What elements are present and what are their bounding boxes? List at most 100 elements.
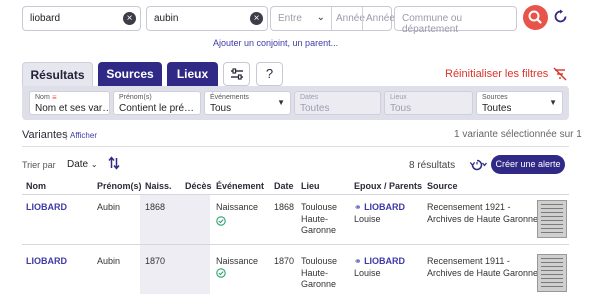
filter-value: Toutes	[300, 103, 330, 114]
epoux-prenom: Louise	[354, 267, 381, 278]
divider	[22, 146, 569, 147]
filter-dates: Dates Toutes	[294, 91, 381, 115]
lieu-line: Toulouse	[301, 256, 338, 266]
lieu-line: Haute-	[301, 213, 329, 224]
lieu-line: Haute-	[301, 267, 329, 278]
source-line: Recensement 1911 -	[427, 256, 510, 266]
entre-placeholder: Entre	[278, 13, 302, 24]
check-circle-icon	[216, 268, 226, 278]
sort-select[interactable]: Date ⌄	[67, 159, 98, 170]
entre-select[interactable]: Entre ⌄	[271, 7, 331, 30]
sliders-icon	[230, 68, 243, 80]
filter-label: Dates	[300, 94, 319, 101]
document-thumbnail[interactable]	[537, 200, 567, 238]
person-name-link[interactable]: LIOBARD	[26, 202, 67, 212]
filter-bar: Nom ≡ Nom et ses var… Prénom(s) Contient…	[22, 86, 569, 120]
chevron-down-icon: ▼	[549, 98, 557, 107]
lieu-placeholder: Commune ou département	[402, 13, 463, 35]
tab-lieux[interactable]: Lieux	[167, 62, 218, 86]
settings-button[interactable]	[223, 62, 250, 86]
column-header: Naiss.	[145, 181, 172, 191]
filter-off-icon[interactable]	[553, 67, 567, 81]
variantes-label: Variantes	[22, 129, 68, 141]
filter-label: Événements	[210, 94, 249, 101]
filter-value: Toutes	[482, 103, 512, 114]
check-circle-icon	[216, 216, 226, 226]
prenom-field-value: aubin	[154, 13, 179, 24]
couple-icon: ⚭	[354, 256, 362, 266]
history-icon[interactable]	[466, 157, 488, 171]
afficher-variantes-link[interactable]: Afficher	[70, 131, 97, 140]
reset-search-icon[interactable]	[553, 9, 568, 24]
variantes-count: 1 variante sélectionnée sur 1	[454, 129, 582, 140]
filter-lieux: Lieux Tous	[384, 91, 473, 115]
lieu-field[interactable]: Commune ou département	[394, 6, 517, 35]
annee-start-input[interactable]: Année	[332, 7, 365, 30]
sort-value: Date	[67, 159, 89, 170]
lieu-cell: Toulouse Haute- Garonne	[301, 202, 337, 237]
evenement-cell: Naissance	[216, 256, 259, 266]
column-header: Décès	[185, 181, 212, 191]
help-button[interactable]: ?	[256, 62, 283, 86]
sort-label: Trier par	[22, 160, 56, 170]
filter-evenements[interactable]: Événements Tous ▼	[204, 91, 291, 115]
date-cell: 1868	[274, 202, 295, 212]
prenom-cell: Aubin	[97, 202, 121, 212]
annee-end-input[interactable]: Année	[363, 7, 395, 30]
filter-value: Nom et ses var…	[35, 103, 109, 114]
couple-icon: ⚭	[354, 202, 362, 212]
nom-field[interactable]: liobard ×	[22, 6, 141, 31]
epoux-cell: ⚭ LIOBARD Louise	[354, 202, 405, 225]
evenement-cell: Naissance	[216, 202, 259, 212]
source-line: Recensement 1921 -	[427, 202, 511, 212]
epoux-name-link[interactable]: LIOBARD	[364, 202, 405, 212]
chevron-down-icon: ▼	[277, 98, 285, 107]
clear-nom-icon[interactable]: ×	[123, 12, 136, 25]
epoux-name-link[interactable]: LIOBARD	[364, 256, 405, 266]
source-line: Archives de Haute Garonne	[427, 267, 539, 278]
source-cell: Recensement 1921 - Archives de Haute Gar…	[427, 202, 538, 225]
filter-sources[interactable]: Sources Toutes ▼	[476, 91, 563, 115]
prenom-field[interactable]: aubin ×	[146, 6, 268, 31]
column-header: Epoux / Parents	[354, 181, 423, 191]
tab-resultats[interactable]: Résultats	[22, 62, 93, 86]
source-cell: Recensement 1911 - Archives de Haute Gar…	[427, 256, 538, 279]
search-icon	[528, 10, 542, 24]
chevron-down-icon: ⌄	[316, 12, 325, 23]
epoux-cell: ⚭ LIOBARD Louise	[354, 256, 405, 279]
column-header: Lieu	[301, 181, 320, 191]
search-button[interactable]	[523, 5, 548, 30]
filter-prenom[interactable]: Prénom(s) Contient le pré…	[113, 91, 201, 115]
filter-label: Lieux	[390, 94, 407, 101]
prenom-cell: Aubin	[97, 256, 121, 266]
sort-order-icon[interactable]	[108, 156, 120, 170]
add-spouse-link[interactable]: Ajouter un conjoint, un parent...	[213, 38, 338, 48]
source-line: Archives de Haute Garonne	[427, 213, 539, 224]
nom-field-value: liobard	[30, 13, 61, 24]
tab-sources[interactable]: Sources	[98, 62, 162, 86]
lieu-line: Garonne	[301, 225, 337, 235]
lieu-line: Garonne	[301, 279, 337, 289]
date-range-group: Entre ⌄ Année Année	[270, 6, 395, 31]
separator: |	[65, 130, 68, 140]
column-header: Source	[427, 181, 458, 191]
filter-nom[interactable]: Nom ≡ Nom et ses var…	[29, 91, 110, 115]
active-filter-icon: ≡	[52, 93, 57, 102]
create-alert-button[interactable]: Créer une alerte	[491, 155, 565, 174]
column-header: Prénom(s)	[97, 181, 142, 191]
divider	[22, 194, 569, 195]
date-cell: 1870	[274, 256, 295, 266]
epoux-prenom: Louise	[354, 213, 381, 224]
document-thumbnail[interactable]	[537, 254, 567, 292]
filter-label: Nom	[35, 94, 50, 101]
filter-value: Tous	[390, 103, 412, 114]
filter-value: Tous	[210, 103, 232, 114]
person-name-link[interactable]: LIOBARD	[26, 256, 67, 266]
lieu-line: Toulouse	[301, 202, 338, 212]
filter-label: Prénom(s)	[119, 94, 152, 101]
reset-filters-button[interactable]: Réinitialiser les filtres	[445, 68, 548, 80]
clear-prenom-icon[interactable]: ×	[250, 12, 263, 25]
annee-start-placeholder: Année	[336, 13, 365, 24]
column-header: Événement	[216, 181, 265, 191]
filter-value: Contient le pré…	[119, 103, 195, 114]
